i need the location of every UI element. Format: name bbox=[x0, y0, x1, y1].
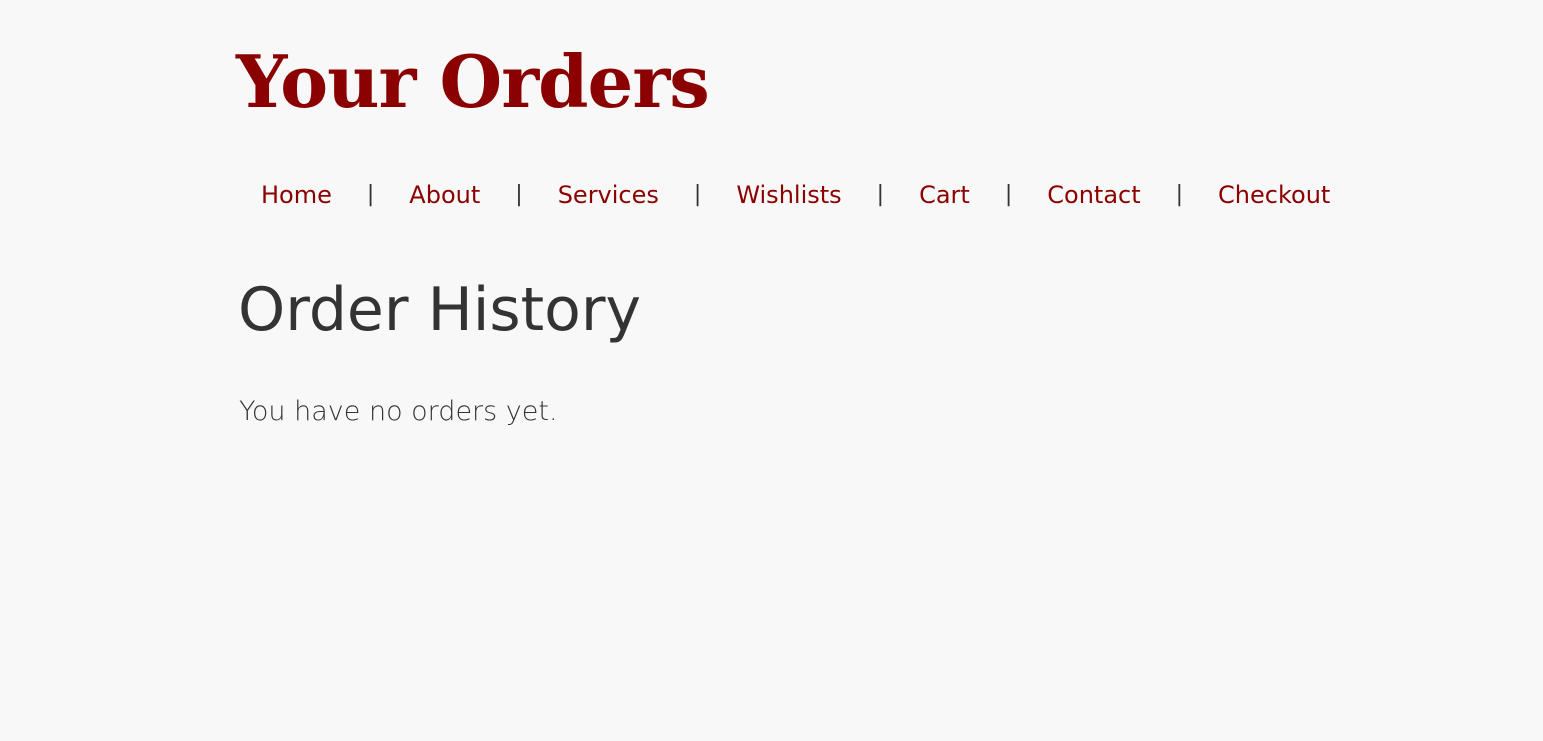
nav-separator: | bbox=[693, 182, 702, 207]
nav-separator: | bbox=[1175, 182, 1184, 207]
nav-link-wishlists[interactable]: Wishlists bbox=[715, 178, 862, 212]
nav-separator: | bbox=[1004, 182, 1013, 207]
nav-link-about[interactable]: About bbox=[388, 178, 501, 212]
main-nav: Home | About | Services | Wishlists | Ca… bbox=[240, 178, 1351, 212]
section-title: Order History bbox=[238, 275, 642, 345]
nav-link-services[interactable]: Services bbox=[537, 178, 680, 212]
page-title: Your Orders bbox=[236, 39, 710, 124]
nav-link-contact[interactable]: Contact bbox=[1026, 178, 1161, 212]
nav-separator: | bbox=[366, 182, 375, 207]
nav-link-checkout[interactable]: Checkout bbox=[1197, 178, 1351, 212]
empty-orders-message: You have no orders yet. bbox=[239, 396, 558, 427]
nav-separator: | bbox=[876, 182, 885, 207]
page: Your Orders Home | About | Services | Wi… bbox=[0, 0, 1543, 741]
nav-separator: | bbox=[515, 182, 523, 207]
nav-link-home[interactable]: Home bbox=[240, 178, 353, 212]
nav-link-cart[interactable]: Cart bbox=[898, 178, 991, 212]
